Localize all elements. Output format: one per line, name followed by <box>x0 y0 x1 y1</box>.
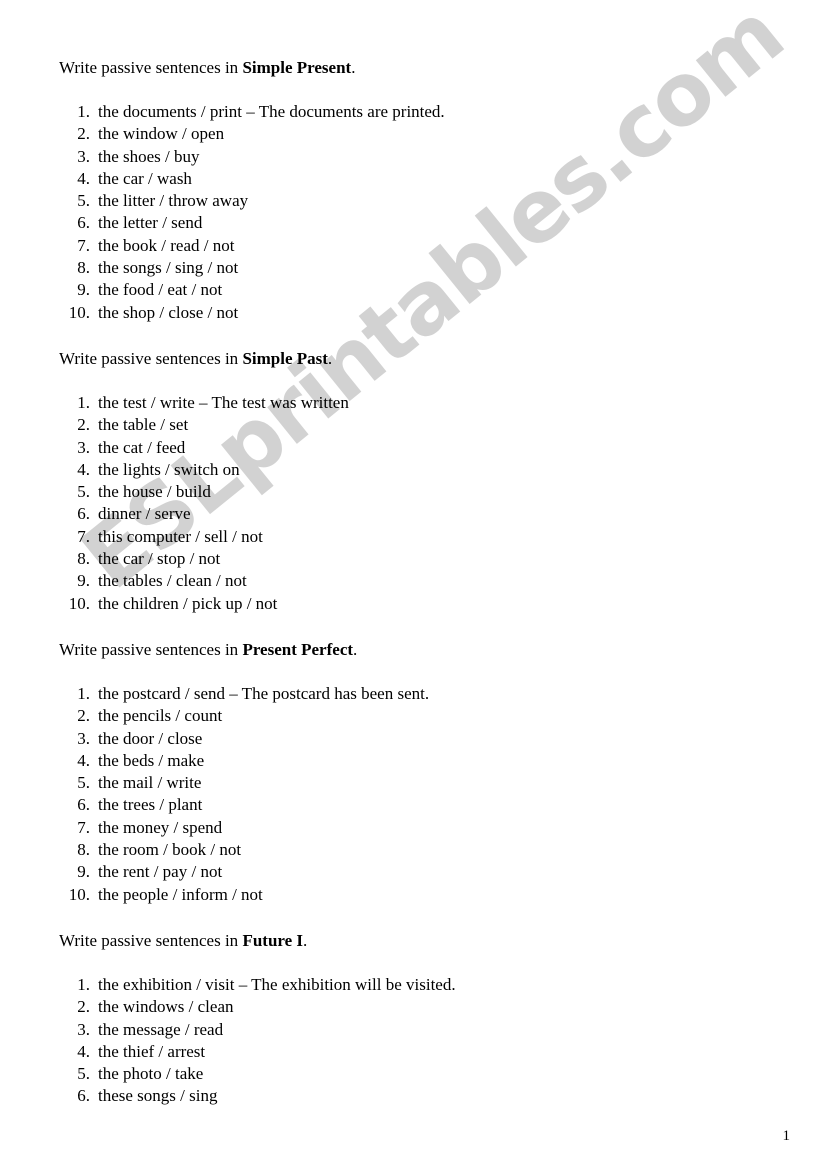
section-heading: Write passive sentences in Future I. <box>59 930 821 952</box>
exercise-item: the test / write – The test was written <box>58 392 349 415</box>
exercise-list: the test / write – The test was written t… <box>0 392 821 615</box>
worksheet-content: Write passive sentences in Simple Presen… <box>0 0 821 1108</box>
exercise-item: the tables / clean / not <box>58 570 247 593</box>
exercise-item: the cat / feed <box>58 437 186 460</box>
exercise-section: Write passive sentences in Future I. the … <box>0 930 821 1108</box>
exercise-item: the window / open <box>58 123 225 146</box>
exercise-item: the door / close <box>58 728 203 751</box>
section-heading: Write passive sentences in Present Perfe… <box>59 639 821 661</box>
section-heading-trailing: . <box>303 930 308 950</box>
exercise-item: the songs / sing / not <box>58 257 239 280</box>
section-heading-trailing: . <box>351 58 356 77</box>
section-heading-lead: Write passive sentences in <box>59 348 243 368</box>
exercise-item: the people / inform / not <box>58 884 263 907</box>
exercise-list: the documents / print – The documents ar… <box>0 101 821 324</box>
exercise-item: the letter / send <box>58 212 203 235</box>
exercise-item: the lights / switch on <box>58 459 240 482</box>
exercise-item: the book / read / not <box>58 235 235 258</box>
worksheet-page: ESLprintables.com Write passive sentence… <box>0 0 821 1169</box>
exercise-item: the children / pick up / not <box>58 593 278 616</box>
exercise-item: the rent / pay / not <box>58 861 223 884</box>
exercise-item: the table / set <box>58 414 189 437</box>
exercise-list: the exhibition / visit – The exhibition … <box>0 974 821 1108</box>
exercise-item: the shoes / buy <box>58 146 200 169</box>
exercise-item: the car / stop / not <box>58 548 221 571</box>
section-heading: Write passive sentences in Simple Past. <box>59 348 821 370</box>
page-number: 1 <box>782 1128 791 1144</box>
exercise-item: the postcard / send – The postcard has b… <box>58 683 430 706</box>
exercise-item: the message / read <box>58 1019 224 1042</box>
exercise-section: Write passive sentences in Simple Past. t… <box>0 348 821 615</box>
section-heading-lead: Write passive sentences in <box>59 58 243 77</box>
section-tense-name: Simple Past <box>242 348 328 368</box>
exercise-item: the car / wash <box>58 168 192 191</box>
section-heading-trailing: . <box>353 639 358 659</box>
section-tense-name: Future I <box>242 930 304 950</box>
section-heading-lead: Write passive sentences in <box>59 639 243 659</box>
exercise-item: the house / build <box>58 481 211 504</box>
exercise-item: dinner / serve <box>58 503 191 526</box>
exercise-item: the exhibition / visit – The exhibition … <box>58 974 456 997</box>
exercise-section: Write passive sentences in Present Perfe… <box>0 639 821 906</box>
exercise-item: the litter / throw away <box>58 190 249 213</box>
exercise-item: the trees / plant <box>58 794 203 817</box>
exercise-item: the shop / close / not <box>58 302 239 325</box>
exercise-item: the photo / take <box>58 1063 204 1086</box>
exercise-item: the money / spend <box>58 817 223 840</box>
exercise-item: these songs / sing <box>58 1085 218 1108</box>
section-tense-name: Present Perfect <box>242 639 354 659</box>
exercise-item: the beds / make <box>58 750 205 773</box>
section-heading: Write passive sentences in Simple Presen… <box>59 57 821 79</box>
section-heading-trailing: . <box>327 348 333 368</box>
exercise-item: the mail / write <box>58 772 202 795</box>
section-tense-name: Simple Present <box>242 58 352 77</box>
exercise-item: the room / book / not <box>58 839 242 862</box>
exercise-list: the postcard / send – The postcard has b… <box>0 683 821 906</box>
exercise-item: the windows / clean <box>58 996 234 1019</box>
exercise-item: this computer / sell / not <box>58 526 263 549</box>
exercise-item: the food / eat / not <box>58 279 223 302</box>
exercise-item: the documents / print – The documents ar… <box>58 101 445 124</box>
exercise-item: the thief / arrest <box>58 1041 206 1064</box>
section-heading-lead: Write passive sentences in <box>59 930 243 950</box>
exercise-item: the pencils / count <box>58 705 223 728</box>
exercise-section: Write passive sentences in Simple Presen… <box>0 57 821 324</box>
